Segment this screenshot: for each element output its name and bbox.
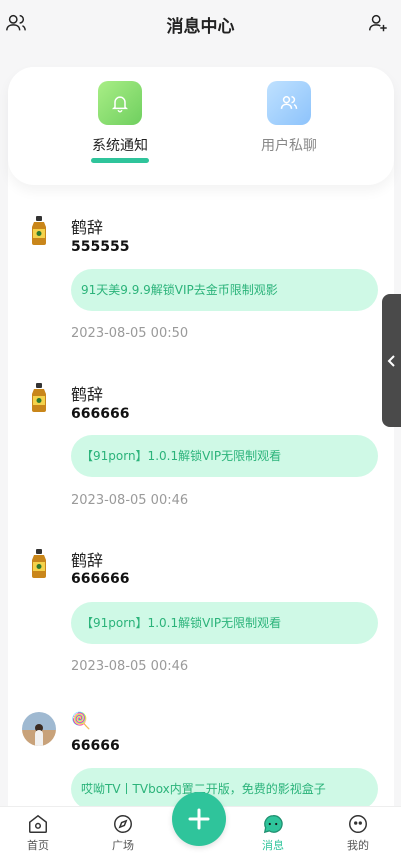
bell-icon (98, 81, 142, 125)
message-bubble[interactable]: 91天美9.9.9解锁VIP去金币限制观影 (71, 269, 378, 311)
nav-profile[interactable]: 我的 (328, 813, 388, 853)
tab-label: 用户私聊 (261, 138, 317, 154)
active-tab-indicator (91, 158, 149, 163)
bottle-avatar-icon (32, 549, 46, 578)
nav-home[interactable]: 首页 (8, 813, 68, 853)
side-drawer-handle[interactable] (382, 294, 401, 427)
compass-icon (114, 815, 132, 833)
bottle-avatar-icon (32, 216, 46, 245)
chevron-left-icon (387, 354, 395, 367)
tab-private-chat[interactable]: 用户私聊 (229, 81, 349, 181)
message-icon (263, 815, 283, 834)
profile-icon (349, 815, 367, 833)
page-title: 消息中心 (166, 17, 235, 37)
plus-icon (188, 808, 210, 830)
add-button[interactable] (172, 792, 226, 846)
nav-square[interactable]: 广场 (93, 813, 153, 853)
sender-name: 鹤辞 (71, 218, 104, 237)
nav-label: 我的 (347, 839, 369, 852)
message-text: 555555 (71, 239, 130, 255)
message-bubble[interactable]: 【91porn】1.0.1解锁VIP无限制观看 (71, 435, 378, 477)
tab-system-notifications[interactable]: 系统通知 (60, 81, 180, 181)
bottle-avatar-icon (32, 383, 46, 412)
home-icon (29, 814, 47, 833)
sender-name: 鹤辞 (71, 551, 104, 570)
add-user-icon[interactable] (367, 12, 389, 34)
message-bubble[interactable]: 哎呦TV丨TVbox内置二开版，免费的影视盒子 (71, 768, 378, 810)
nav-messages[interactable]: 消息 (243, 813, 303, 853)
top-bar: 消息中心 (0, 0, 401, 50)
message-text: 666666 (71, 571, 130, 587)
message-time: 2023-08-05 00:46 (71, 493, 189, 508)
avatar (22, 712, 56, 746)
sender-name: 鹤辞 (71, 385, 104, 404)
message-bubble[interactable]: 【91porn】1.0.1解锁VIP无限制观看 (71, 602, 378, 644)
tab-bar: 系统通知 用户私聊 (8, 67, 394, 185)
message-text: 66666 (71, 738, 120, 754)
message-time: 2023-08-05 00:46 (71, 659, 189, 674)
message-time: 2023-08-05 00:50 (71, 326, 189, 341)
tab-label: 系统通知 (92, 138, 148, 154)
sender-name: 🍭 (71, 711, 91, 730)
message-text: 666666 (71, 406, 130, 422)
users-icon (267, 81, 311, 125)
nav-label: 消息 (262, 839, 284, 852)
nav-label: 首页 (27, 839, 49, 852)
nav-label: 广场 (112, 839, 134, 852)
